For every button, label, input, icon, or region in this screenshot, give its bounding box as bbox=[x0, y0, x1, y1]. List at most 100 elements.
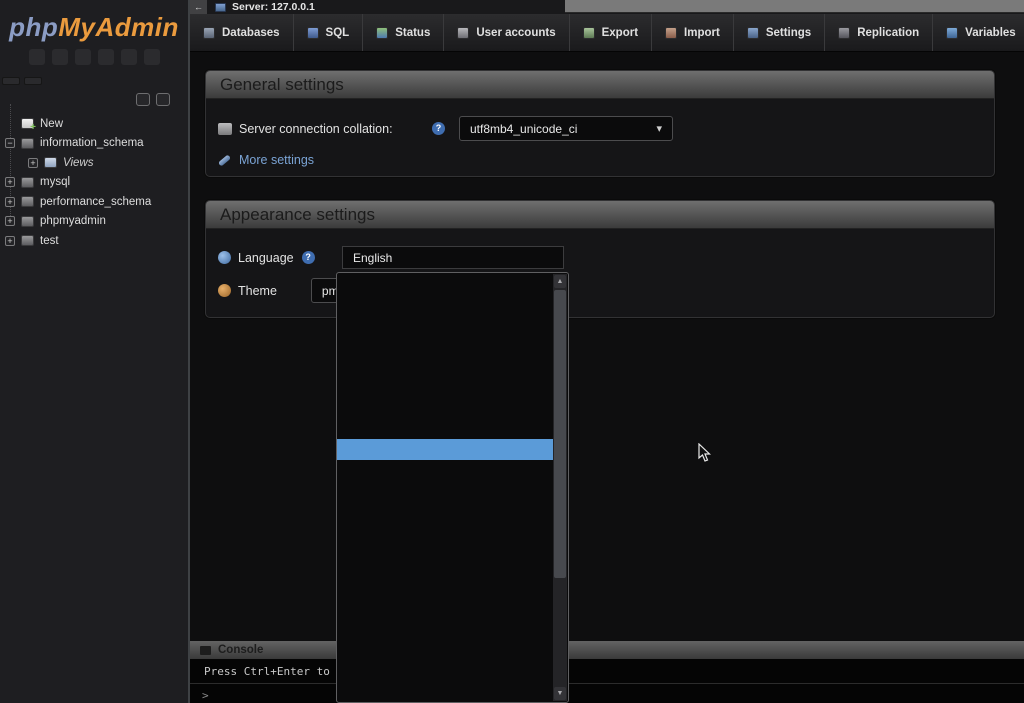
console-input[interactable]: Press Ctrl+Enter to e bbox=[190, 659, 1024, 684]
tree-item-performance-schema[interactable]: + performance_schema bbox=[0, 192, 188, 212]
console-icon bbox=[200, 646, 211, 655]
collation-help-icon[interactable]: ? bbox=[432, 122, 445, 135]
language-option[interactable] bbox=[337, 642, 553, 662]
language-option[interactable] bbox=[337, 338, 553, 358]
tab-status[interactable]: Status bbox=[363, 14, 444, 51]
collation-selected-value: utf8mb4_unicode_ci bbox=[470, 122, 577, 136]
unexpand-all-icon[interactable] bbox=[156, 93, 170, 106]
logout-icon[interactable] bbox=[52, 49, 68, 65]
language-option[interactable] bbox=[337, 460, 553, 480]
chevron-down-icon: ▾ bbox=[656, 122, 662, 135]
language-help-icon[interactable]: ? bbox=[302, 251, 315, 264]
language-label: Language bbox=[238, 251, 294, 265]
tab-settings[interactable]: Settings bbox=[734, 14, 825, 51]
tab-export[interactable]: Export bbox=[570, 14, 652, 51]
tab-databases[interactable]: Databases bbox=[190, 14, 294, 51]
language-option[interactable] bbox=[337, 297, 553, 317]
database-tree: New − information_schema + Views + mysql… bbox=[0, 114, 188, 251]
language-option[interactable] bbox=[337, 500, 553, 520]
status-icon bbox=[376, 27, 388, 39]
tree-item-new[interactable]: New bbox=[0, 114, 188, 134]
console-bar[interactable]: Console bbox=[190, 641, 1024, 659]
more-settings-link[interactable]: More settings bbox=[218, 153, 980, 167]
sql-icon bbox=[307, 27, 319, 39]
tab-user-accounts[interactable]: User accounts bbox=[444, 14, 569, 51]
tree-item-information-schema[interactable]: − information_schema bbox=[0, 134, 188, 154]
tree-item-mysql[interactable]: + mysql bbox=[0, 173, 188, 193]
language-option[interactable] bbox=[337, 521, 553, 541]
language-option[interactable] bbox=[337, 663, 553, 683]
tree-item-phpmyadmin[interactable]: + phpmyadmin bbox=[0, 212, 188, 232]
replication-icon bbox=[838, 27, 850, 39]
language-option[interactable] bbox=[337, 581, 553, 601]
language-option[interactable] bbox=[337, 622, 553, 642]
expander-icon[interactable]: + bbox=[5, 177, 15, 187]
language-option[interactable] bbox=[337, 277, 553, 297]
tree-controls bbox=[0, 93, 170, 106]
tab-variables[interactable]: Variables bbox=[933, 14, 1024, 51]
scrollbar-thumb[interactable] bbox=[554, 290, 566, 578]
database-icon bbox=[21, 235, 34, 246]
mouse-cursor bbox=[698, 443, 712, 463]
server-icon bbox=[215, 3, 226, 12]
scroll-down-icon[interactable]: ▼ bbox=[554, 687, 566, 700]
expander-icon[interactable]: + bbox=[5, 197, 15, 207]
sidebar-tab-recent[interactable] bbox=[2, 77, 20, 85]
language-option[interactable] bbox=[337, 683, 553, 703]
language-option[interactable] bbox=[337, 318, 553, 338]
tree-item-views[interactable]: + Views bbox=[0, 153, 188, 173]
scroll-up-icon[interactable]: ▲ bbox=[554, 275, 566, 288]
collation-select[interactable]: utf8mb4_unicode_ci ▾ bbox=[459, 116, 673, 141]
tab-label: User accounts bbox=[476, 27, 555, 39]
tree-item-test[interactable]: + test bbox=[0, 231, 188, 251]
reload-navigation-icon[interactable] bbox=[144, 49, 160, 65]
export-icon bbox=[583, 27, 595, 39]
general-settings-panel: General settings Server connection colla… bbox=[205, 70, 995, 177]
tree-item-label: performance_schema bbox=[40, 196, 151, 208]
collation-list-icon bbox=[218, 123, 232, 135]
settings-icon bbox=[747, 27, 759, 39]
language-option[interactable] bbox=[337, 541, 553, 561]
tab-sql[interactable]: SQL bbox=[294, 14, 364, 51]
theme-icon bbox=[218, 284, 231, 297]
console-body: Press Ctrl+Enter to e > bbox=[190, 659, 1024, 703]
panel-settings-icon[interactable] bbox=[121, 49, 137, 65]
language-select[interactable]: English bbox=[342, 246, 564, 269]
language-option[interactable] bbox=[337, 561, 553, 581]
tab-label: Settings bbox=[766, 27, 811, 39]
help-icon[interactable] bbox=[75, 49, 91, 65]
sidebar-quick-tabs bbox=[2, 77, 188, 85]
console-label: Console bbox=[218, 644, 263, 656]
tree-item-label: New bbox=[40, 118, 63, 130]
collapse-all-icon[interactable] bbox=[136, 93, 150, 106]
top-gray-strip bbox=[565, 0, 1024, 13]
docs-icon[interactable] bbox=[98, 49, 114, 65]
language-option[interactable] bbox=[337, 480, 553, 500]
tab-label: Variables bbox=[965, 27, 1016, 39]
language-option-list bbox=[337, 273, 568, 703]
dropdown-scrollbar[interactable]: ▲ ▼ bbox=[553, 274, 567, 701]
expander-icon[interactable]: + bbox=[5, 236, 15, 246]
phpmyadmin-logo[interactable]: phpMyAdmin bbox=[0, 0, 188, 43]
tab-replication[interactable]: Replication bbox=[825, 14, 933, 51]
tab-import[interactable]: Import bbox=[652, 14, 734, 51]
language-option[interactable] bbox=[337, 602, 553, 622]
language-option[interactable] bbox=[337, 439, 553, 459]
expander-icon[interactable]: + bbox=[5, 216, 15, 226]
import-icon bbox=[665, 27, 677, 39]
tab-label: Status bbox=[395, 27, 430, 39]
sidebar-tab-favorites[interactable] bbox=[24, 77, 42, 85]
expander-icon[interactable]: − bbox=[5, 138, 15, 148]
home-icon[interactable] bbox=[29, 49, 45, 65]
language-option[interactable] bbox=[337, 419, 553, 439]
logo-php: php bbox=[9, 12, 58, 42]
database-icon bbox=[21, 196, 34, 207]
back-button[interactable]: ← bbox=[190, 0, 207, 14]
tree-item-label: phpmyadmin bbox=[40, 215, 106, 227]
language-option[interactable] bbox=[337, 358, 553, 378]
language-globe-icon bbox=[218, 251, 231, 264]
language-option[interactable] bbox=[337, 399, 553, 419]
phpmyadmin-app: phpMyAdmin New − information_schema bbox=[0, 0, 1024, 703]
expander-icon[interactable]: + bbox=[28, 158, 38, 168]
language-option[interactable] bbox=[337, 378, 553, 398]
